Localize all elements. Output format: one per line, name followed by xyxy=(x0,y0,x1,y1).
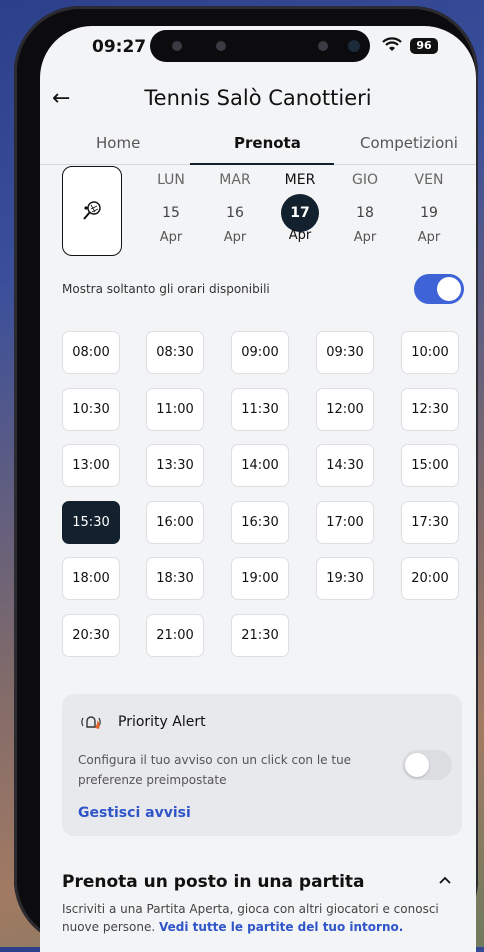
time-slot[interactable]: 17:00 xyxy=(316,501,374,544)
tab-home[interactable]: Home xyxy=(96,134,140,152)
time-slot[interactable]: 19:00 xyxy=(231,557,289,600)
tab-bar: Home Prenota Competizioni xyxy=(40,126,476,165)
day-name: MAR xyxy=(219,172,251,188)
date-picker: LUN 15 Apr MAR 16 Apr MER 17 Apr GIO 18 … xyxy=(136,172,476,254)
day-month: Apr xyxy=(417,230,441,245)
join-match-description: Iscriviti a una Partita Aperta, gioca co… xyxy=(62,900,462,936)
battery-indicator: 96 xyxy=(410,38,438,54)
time-slot[interactable]: 13:00 xyxy=(62,444,120,487)
time-slot[interactable]: 10:30 xyxy=(62,388,120,431)
day-month: Apr xyxy=(288,228,312,243)
time-slot[interactable]: 16:00 xyxy=(146,501,204,544)
tennis-racket-icon xyxy=(83,201,101,220)
time-slot[interactable]: 12:00 xyxy=(316,388,374,431)
time-slot[interactable]: 19:30 xyxy=(316,557,374,600)
availability-label: Mostra soltanto gli orari disponibili xyxy=(62,282,270,296)
active-tab-indicator xyxy=(190,163,334,165)
see-all-matches-link[interactable]: Vedi tutte le partite del tuo intorno. xyxy=(159,920,403,934)
day-mar[interactable]: MAR 16 Apr xyxy=(208,172,262,245)
priority-alert-card: Priority Alert Configura il tuo avviso c… xyxy=(62,694,462,836)
manage-alerts-link[interactable]: Gestisci avvisi xyxy=(78,805,191,821)
dynamic-island xyxy=(150,30,370,62)
wifi-icon xyxy=(382,37,402,51)
status-time: 09:27 xyxy=(92,37,147,57)
day-number: 18 xyxy=(356,205,374,221)
time-slot[interactable]: 13:30 xyxy=(146,444,204,487)
time-slot[interactable]: 15:30 xyxy=(62,501,120,544)
time-slot[interactable]: 09:30 xyxy=(316,331,374,374)
time-slot[interactable]: 10:00 xyxy=(401,331,459,374)
time-slot[interactable]: 18:00 xyxy=(62,557,120,600)
day-number: 19 xyxy=(420,205,438,221)
time-slot[interactable]: 08:30 xyxy=(146,331,204,374)
day-month: Apr xyxy=(353,230,377,245)
day-ven[interactable]: VEN 19 Apr xyxy=(402,172,456,245)
time-slot[interactable]: 14:30 xyxy=(316,444,374,487)
availability-toggle[interactable] xyxy=(414,274,464,304)
day-lun[interactable]: LUN 15 Apr xyxy=(144,172,198,245)
page-header: ← Tennis Salò Canottieri xyxy=(40,78,476,122)
day-mer[interactable]: MER 17 Apr xyxy=(273,172,327,243)
day-name: GIO xyxy=(352,172,378,188)
page-title: Tennis Salò Canottieri xyxy=(144,86,372,110)
priority-alert-toggle[interactable] xyxy=(402,750,452,780)
alarm-bell-icon xyxy=(78,712,104,732)
join-match-title: Prenota un posto in una partita xyxy=(62,872,365,892)
chevron-up-icon[interactable] xyxy=(436,872,454,890)
time-slot[interactable]: 14:00 xyxy=(231,444,289,487)
day-name: VEN xyxy=(414,172,444,188)
status-bar: 09:27 96 xyxy=(40,26,476,66)
priority-alert-description: Configura il tuo avviso con un click con… xyxy=(78,753,352,787)
toggle-knob xyxy=(405,753,429,777)
time-slot[interactable]: 20:30 xyxy=(62,614,120,657)
time-slot[interactable]: 11:30 xyxy=(231,388,289,431)
availability-filter: Mostra soltanto gli orari disponibili xyxy=(62,274,464,306)
sport-selector-button[interactable] xyxy=(62,166,122,256)
sensor-dot xyxy=(172,41,182,51)
day-number: 15 xyxy=(162,205,180,221)
time-slot[interactable]: 09:00 xyxy=(231,331,289,374)
day-name: LUN xyxy=(157,172,185,188)
time-slot[interactable]: 18:30 xyxy=(146,557,204,600)
day-number: 17 xyxy=(281,194,319,232)
toggle-knob xyxy=(437,277,461,301)
time-slot[interactable]: 21:00 xyxy=(146,614,204,657)
camera-dot xyxy=(348,40,360,52)
day-name: MER xyxy=(284,172,316,188)
time-slot[interactable]: 11:00 xyxy=(146,388,204,431)
tab-prenota[interactable]: Prenota xyxy=(234,134,301,152)
day-month: Apr xyxy=(223,230,247,245)
phone-frame: 09:27 96 ← Tennis Salò Canottieri Home P… xyxy=(14,6,478,952)
priority-alert-title: Priority Alert xyxy=(118,714,206,730)
sensor-dot xyxy=(318,41,328,51)
sensor-dot xyxy=(216,41,226,51)
time-slot[interactable]: 21:30 xyxy=(231,614,289,657)
tab-competizioni[interactable]: Competizioni xyxy=(360,134,458,152)
day-number: 16 xyxy=(226,205,244,221)
time-slot[interactable]: 15:00 xyxy=(401,444,459,487)
app-screen: 09:27 96 ← Tennis Salò Canottieri Home P… xyxy=(40,26,476,952)
time-slot[interactable]: 08:00 xyxy=(62,331,120,374)
time-slot[interactable]: 17:30 xyxy=(401,501,459,544)
day-month: Apr xyxy=(159,230,183,245)
day-gio[interactable]: GIO 18 Apr xyxy=(338,172,392,245)
time-slot[interactable]: 12:30 xyxy=(401,388,459,431)
time-slot[interactable]: 20:00 xyxy=(401,557,459,600)
time-slot[interactable]: 16:30 xyxy=(231,501,289,544)
